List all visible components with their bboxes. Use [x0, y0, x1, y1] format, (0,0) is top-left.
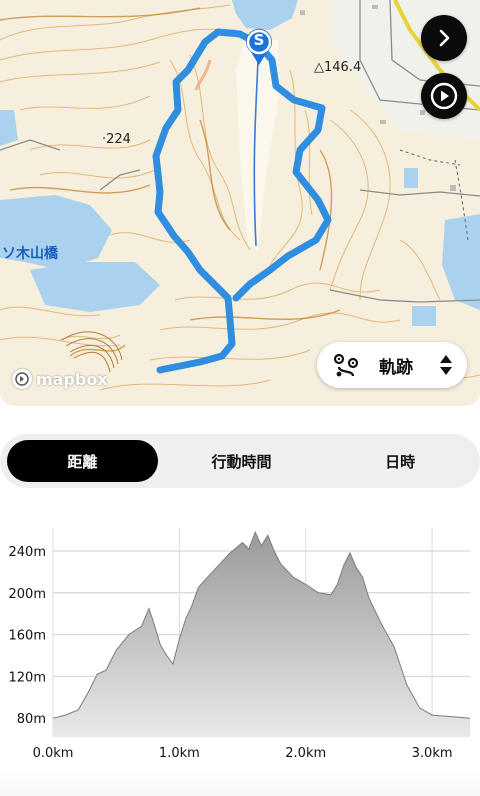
- play-button[interactable]: [421, 73, 467, 119]
- mapbox-icon: [12, 369, 32, 389]
- play-icon: [430, 82, 458, 110]
- tab-distance[interactable]: 距離: [7, 440, 158, 482]
- start-marker-letter: S: [253, 31, 265, 49]
- bottom-safe-area: [0, 770, 480, 796]
- start-marker[interactable]: S: [244, 28, 274, 66]
- elevation-chart[interactable]: 80m 120m 160m 200m 240m 0.0km 1.0km 2.0km 3.0km: [0, 510, 480, 780]
- route-map[interactable]: △146.4 ·224 ソ木山橋 S mapbox 軌跡: [0, 0, 480, 406]
- y-tick-label: 200m: [9, 587, 46, 602]
- sort-arrows-icon: [440, 355, 452, 375]
- x-tick-label: 0.0km: [33, 746, 74, 761]
- y-tick-label: 160m: [9, 629, 46, 644]
- y-tick-label: 120m: [9, 670, 46, 685]
- y-tick-label: 240m: [9, 545, 46, 560]
- elevation-chart-svg: 80m 120m 160m 200m 240m 0.0km 1.0km 2.0km 3.0km: [9, 528, 471, 761]
- tab-datetime[interactable]: 日時: [325, 440, 475, 482]
- chevron-right-icon: [439, 29, 450, 47]
- chart-axis-tabs: 距離 行動時間 日時: [0, 434, 480, 488]
- next-button[interactable]: [421, 15, 467, 61]
- x-tick-label: 2.0km: [285, 746, 326, 761]
- elevation-label-2: ·224: [102, 132, 131, 147]
- elevation-label-1: △146.4: [314, 60, 362, 75]
- mapbox-wordmark: mapbox: [36, 369, 108, 389]
- place-name-label: ソ木山橋: [2, 246, 58, 262]
- layer-selector-label: 軌跡: [379, 357, 413, 378]
- x-tick-label: 3.0km: [412, 746, 453, 761]
- y-tick-label: 80m: [17, 712, 46, 727]
- tab-moving-time[interactable]: 行動時間: [158, 440, 326, 482]
- mapbox-logo: mapbox: [12, 369, 108, 389]
- x-tick-label: 1.0km: [159, 746, 200, 761]
- layer-selector[interactable]: 軌跡: [317, 342, 467, 388]
- route-icon: [333, 353, 359, 377]
